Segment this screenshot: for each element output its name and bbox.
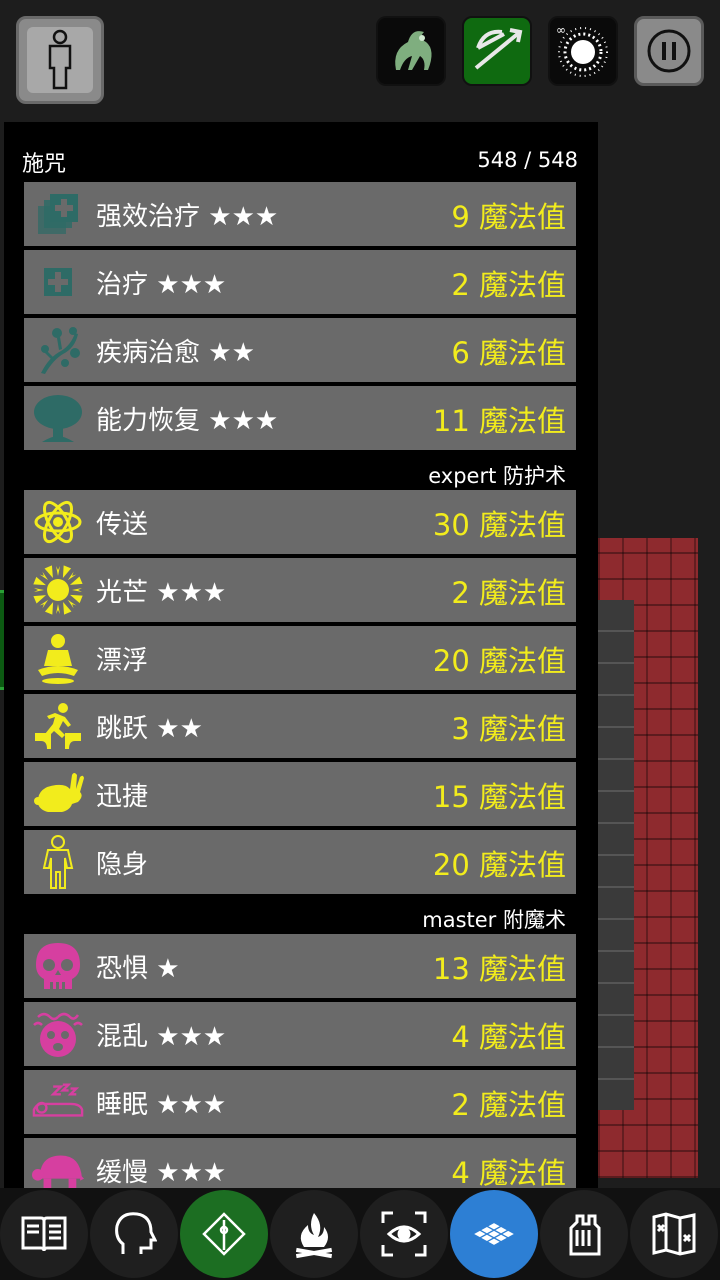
invisibility-icon [32, 835, 84, 889]
spell-list: 强效治疗 ★★★ 9 魔法值 治疗 ★★★ 2 魔法值 疾病治愈 ★★ 6 魔法… [24, 182, 576, 1188]
spell-name: 恐惧 ★ [96, 954, 180, 984]
head-profile-button[interactable] [90, 1190, 178, 1278]
spell-cost: 11 魔法值 [432, 404, 566, 438]
spell-row[interactable]: 疾病治愈 ★★ 6 魔法值 [24, 318, 576, 382]
spell-name: 光芒 ★★★ [96, 578, 227, 608]
heal-icon [32, 256, 84, 308]
spell-name: 混乱 ★★★ [96, 1022, 227, 1052]
spell-name: 能力恢复 ★★★ [96, 406, 279, 436]
creature-status-icon[interactable] [376, 16, 446, 86]
spell-name: 漂浮 [96, 646, 149, 676]
spell-cost: 30 魔法值 [432, 508, 566, 542]
mana-readout: 548 / 548 [477, 148, 578, 172]
bottom-toolbar [0, 1188, 720, 1280]
search-button[interactable] [360, 1190, 448, 1278]
spellbook-button[interactable] [0, 1190, 88, 1278]
spell-cost: 4 魔法值 [451, 1156, 566, 1188]
jump-icon [32, 700, 84, 752]
spellbook-icon [21, 1216, 67, 1252]
spell-row[interactable]: 漂浮 20 魔法值 [24, 626, 576, 690]
inventory-hand-icon [569, 1214, 601, 1256]
head-profile-icon [115, 1212, 157, 1254]
spell-name: 睡眠 ★★★ [96, 1090, 227, 1120]
spell-name: 迅捷 [96, 782, 149, 812]
spell-cost: 6 魔法值 [451, 336, 566, 370]
spell-name: 强效治疗 ★★★ [96, 202, 279, 232]
school-header: master 附魔术 [24, 898, 576, 934]
cast-spell-icon [202, 1212, 246, 1256]
haste-rabbit-icon [32, 768, 84, 820]
spell-name: 跳跃 ★★ [96, 714, 203, 744]
cure-disease-icon [32, 324, 84, 376]
infinity-burst-icon[interactable]: ∞ [548, 16, 618, 86]
map-edge [698, 538, 720, 1178]
teleport-atom-icon [32, 496, 84, 548]
fear-skull-icon [32, 940, 84, 992]
rest-campfire-button[interactable] [270, 1190, 358, 1278]
person-icon [27, 27, 93, 93]
spell-row[interactable]: 隐身 20 魔法值 [24, 830, 576, 894]
spell-row[interactable]: 迅捷 15 魔法值 [24, 762, 576, 826]
spell-name: 隐身 [96, 850, 149, 880]
greater-heal-icon [32, 188, 84, 240]
spell-cost: 20 魔法值 [432, 848, 566, 882]
spell-cost: 15 魔法值 [432, 780, 566, 814]
slow-turtle-icon [32, 1144, 84, 1188]
spell-row[interactable]: 跳跃 ★★ 3 魔法值 [24, 694, 576, 758]
levitate-icon [32, 632, 84, 684]
spell-name: 缓慢 ★★★ [96, 1158, 227, 1188]
map-grid-button[interactable] [450, 1190, 538, 1278]
light-sun-icon [32, 564, 84, 616]
spell-cost: 9 魔法值 [451, 200, 566, 234]
spell-name: 治疗 ★★★ [96, 270, 227, 300]
spell-panel: 施咒 548 / 548 强效治疗 ★★★ 9 魔法值 治疗 ★★★ 2 魔法值… [4, 122, 598, 1188]
spell-cost: 20 魔法值 [432, 644, 566, 678]
cast-spell-button[interactable] [180, 1190, 268, 1278]
spell-row[interactable]: 混乱 ★★★ 4 魔法值 [24, 1002, 576, 1066]
dungeon-map-button[interactable] [630, 1190, 718, 1278]
spell-cost: 2 魔法值 [451, 1088, 566, 1122]
spell-row[interactable]: 睡眠 ★★★ 2 魔法值 [24, 1070, 576, 1134]
school-header: expert 防护术 [24, 454, 576, 490]
confusion-icon [32, 1008, 84, 1060]
search-eye-icon [381, 1211, 427, 1257]
spell-name: 疾病治愈 ★★ [96, 338, 255, 368]
map-monster-column [598, 600, 634, 1110]
pause-icon [647, 29, 691, 73]
spell-cost: 2 魔法值 [451, 268, 566, 302]
spell-cost: 2 魔法值 [451, 576, 566, 610]
school-label: master 附魔术 [422, 908, 566, 932]
spell-row[interactable]: 缓慢 ★★★ 4 魔法值 [24, 1138, 576, 1188]
dungeon-map-icon [652, 1212, 696, 1256]
pause-button[interactable] [634, 16, 704, 86]
spell-cost: 13 魔法值 [432, 952, 566, 986]
spell-row[interactable]: 传送 30 魔法值 [24, 490, 576, 554]
spell-row[interactable]: 强效治疗 ★★★ 9 魔法值 [24, 182, 576, 246]
spell-name: 传送 [96, 510, 149, 540]
school-label: expert 防护术 [428, 464, 566, 488]
sleep-icon [32, 1076, 84, 1128]
spell-row[interactable]: 光芒 ★★★ 2 魔法值 [24, 558, 576, 622]
campfire-icon [295, 1213, 333, 1259]
map-grid-icon [474, 1223, 514, 1245]
character-button[interactable] [16, 16, 104, 104]
spell-row[interactable]: 恐惧 ★ 13 魔法值 [24, 934, 576, 998]
inventory-button[interactable] [540, 1190, 628, 1278]
spell-row[interactable]: 能力恢复 ★★★ 11 魔法值 [24, 386, 576, 450]
svg-text:∞: ∞ [556, 23, 566, 37]
bow-arrow-icon[interactable] [462, 16, 532, 86]
spell-cost: 3 魔法值 [451, 712, 566, 746]
spell-row[interactable]: 治疗 ★★★ 2 魔法值 [24, 250, 576, 314]
panel-title: 施咒 [22, 152, 67, 177]
spell-cost: 4 魔法值 [451, 1020, 566, 1054]
restore-ability-icon [32, 392, 84, 444]
